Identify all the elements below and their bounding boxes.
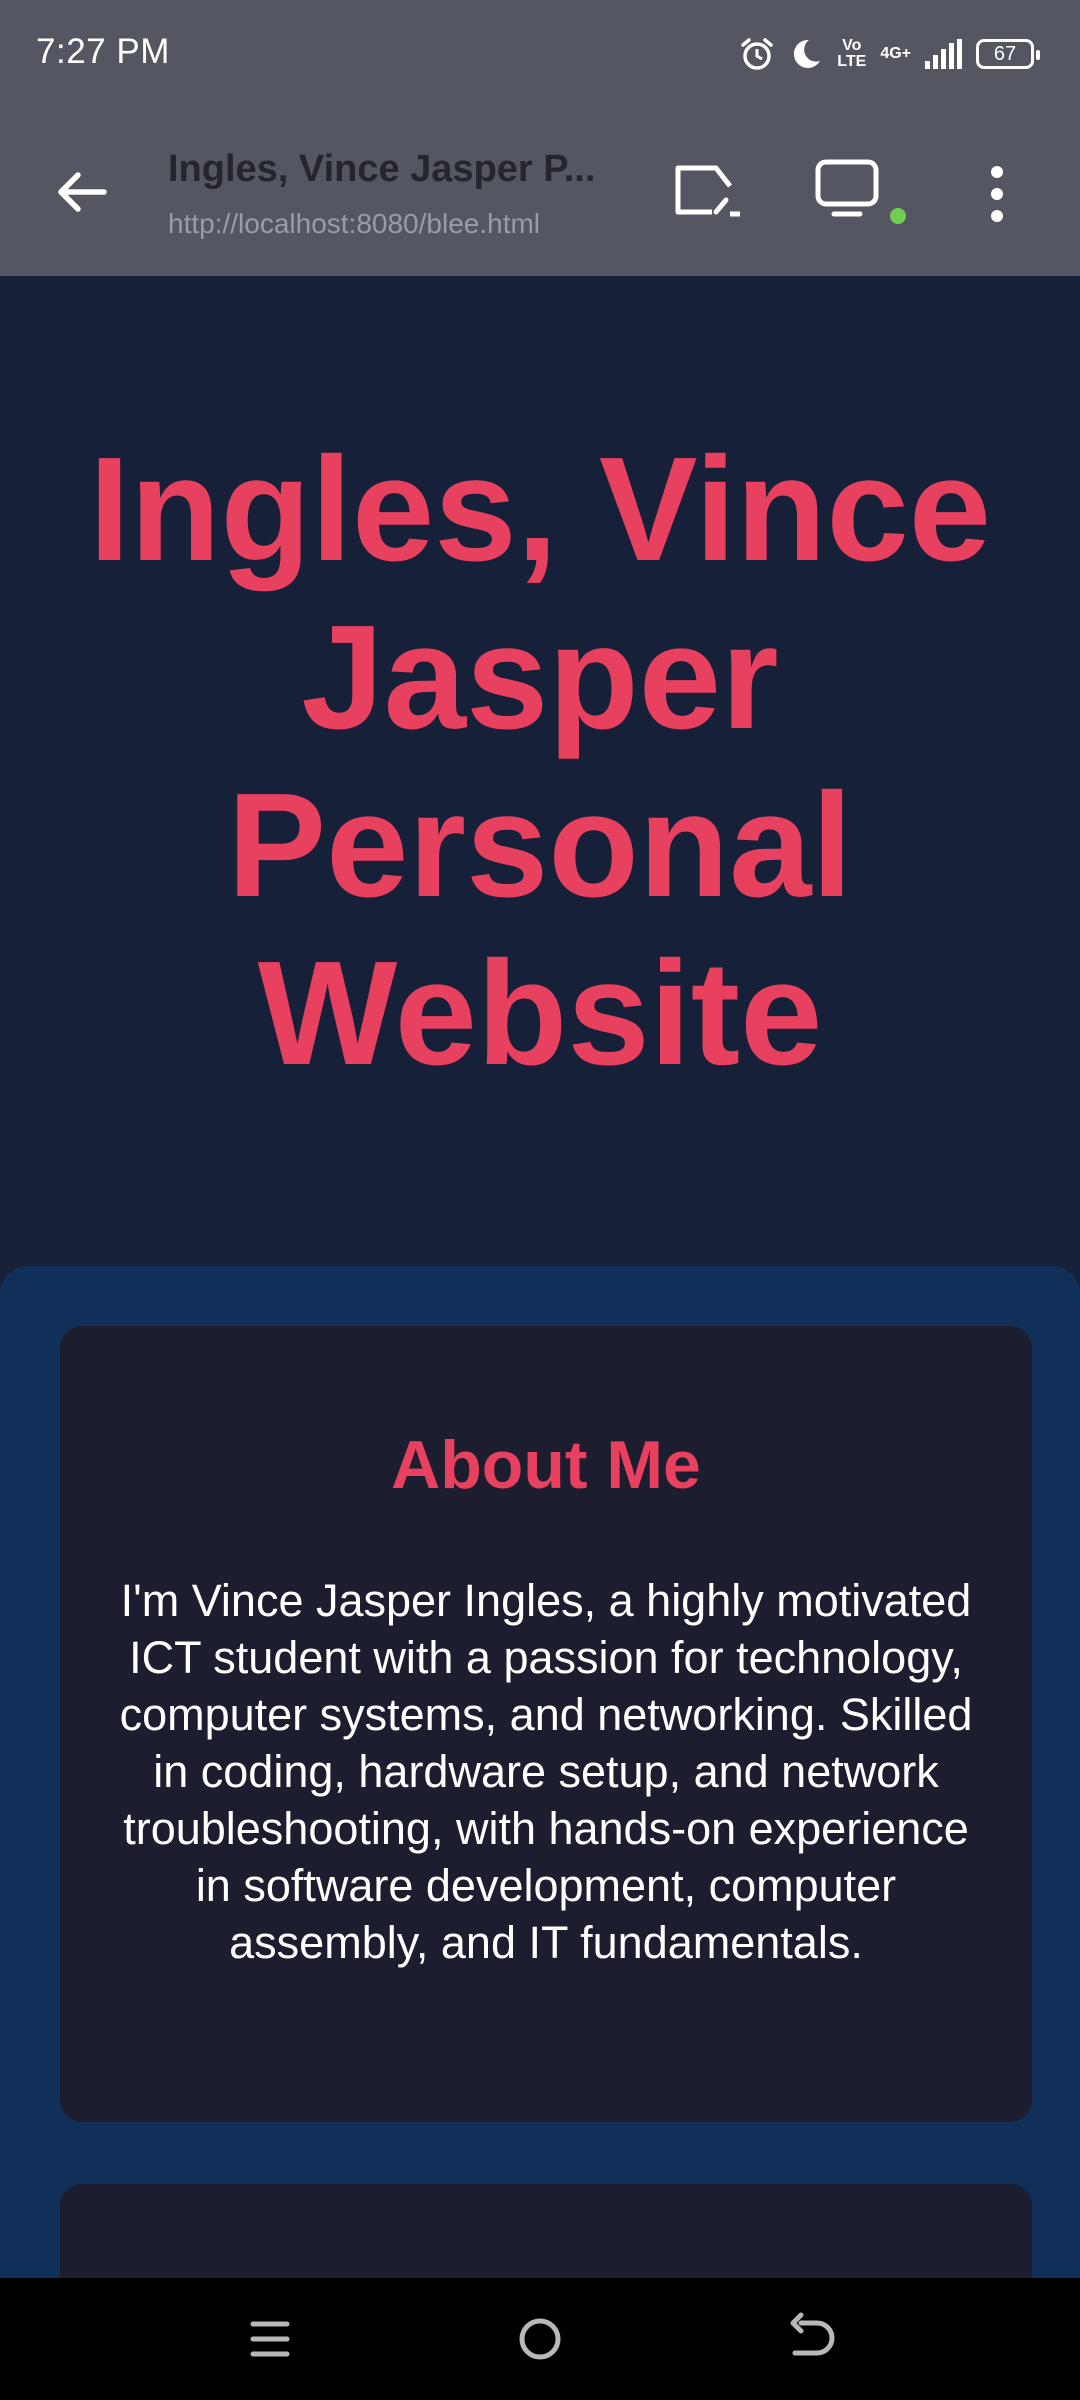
page-title[interactable]: Ingles, Vince Jasper P... [168, 148, 618, 191]
back-icon[interactable] [775, 2304, 845, 2374]
active-indicator [890, 208, 906, 224]
about-text: I'm Vince Jasper Ingles, a highly motiva… [119, 1575, 973, 1968]
status-time: 7:27 PM [36, 32, 170, 71]
hero-section: Ingles, Vince Jasper Personal Website [0, 276, 1080, 1266]
browser-toolbar: Ingles, Vince Jasper P... http://localho… [0, 108, 1080, 276]
content-section: About Me I'm Vince Jasper Ingles, a high… [0, 1266, 1080, 2400]
home-icon[interactable] [505, 2304, 575, 2374]
volte-indicator: Vo LTE [837, 37, 867, 70]
about-card: About Me I'm Vince Jasper Ingles, a high… [60, 1326, 1032, 2122]
battery-level: 67 [993, 43, 1017, 65]
tabs-icon[interactable] [814, 158, 906, 228]
back-arrow-icon[interactable] [52, 162, 112, 222]
more-vert-icon[interactable] [974, 164, 1020, 224]
status-icons: Vo LTE 4G+ 67 [739, 32, 1040, 76]
alarm-icon [741, 38, 774, 70]
signal-icon [925, 39, 962, 69]
network-type: 4G+ [880, 45, 911, 62]
cast-icon[interactable] [672, 160, 742, 224]
battery-icon: 67 [976, 39, 1040, 69]
status-bar: 7:27 PM Vo LTE 4G+ 67 [0, 0, 1080, 108]
navigation-bar [0, 2278, 1080, 2400]
hero-title: Ingles, Vince Jasper Personal Website [88, 427, 992, 1096]
page-url[interactable]: http://localhost:8080/blee.html [168, 208, 540, 240]
moon-icon [794, 39, 821, 68]
recents-icon[interactable] [235, 2304, 305, 2374]
about-heading: About Me [391, 1427, 701, 1503]
